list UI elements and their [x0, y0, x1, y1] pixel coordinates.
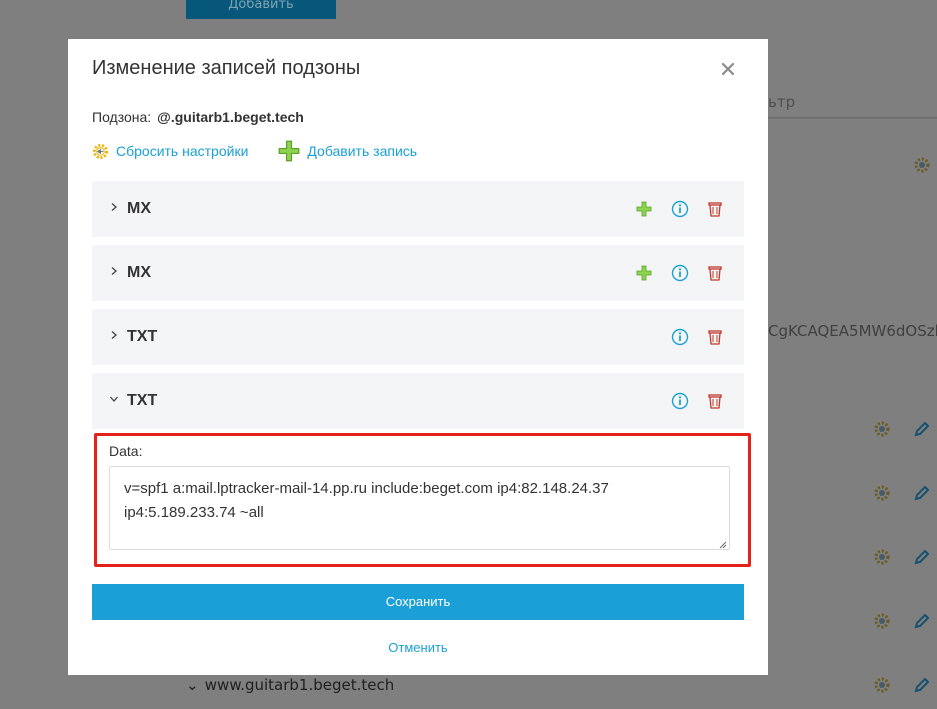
background-gear-icon	[874, 485, 890, 501]
background-add-button: Добавить	[186, 0, 336, 19]
background-gear-icon	[874, 549, 890, 565]
background-gear-icon	[874, 613, 890, 629]
chevron-right-icon[interactable]	[109, 330, 119, 340]
info-icon[interactable]	[671, 392, 689, 410]
subzone-info: Подзона: @.guitarb1.beget.tech	[92, 109, 304, 125]
add-record-plus-icon[interactable]	[635, 200, 653, 218]
record-type: TXT	[127, 328, 158, 345]
reset-settings-label: Сбросить настройки	[116, 143, 249, 159]
chevron-right-icon[interactable]	[109, 266, 119, 276]
chevron-down-icon: ⌄	[186, 676, 199, 694]
background-pencil-icon	[914, 677, 930, 693]
save-button[interactable]: Сохранить	[92, 584, 744, 620]
resize-handle-icon[interactable]	[717, 539, 727, 549]
chevron-right-icon[interactable]	[109, 202, 119, 212]
modal-actions: Сбросить настройки Добавить запись	[92, 140, 447, 162]
background-domain-row: ⌄ www.guitarb1.beget.tech	[186, 676, 395, 694]
background-pencil-icon	[914, 421, 930, 437]
record-type: TXT	[127, 392, 158, 409]
add-record-link[interactable]: Добавить запись	[278, 140, 417, 162]
subzone-label: Подзона:	[92, 109, 152, 125]
background-filter-input: ьтр	[768, 80, 937, 118]
info-icon[interactable]	[671, 328, 689, 346]
background-pencil-icon	[914, 485, 930, 501]
record-type: MX	[127, 264, 151, 281]
edit-subzone-modal: Изменение записей подзоны Подзона: @.guit…	[68, 39, 768, 675]
background-pencil-icon	[914, 613, 930, 629]
background-gear-icon	[874, 677, 890, 693]
txt-data-section: Data: v=spf1 a:mail.lptracker-mail-14.pp…	[94, 433, 751, 567]
gear-icon	[92, 143, 109, 159]
background-gear-icon	[874, 421, 890, 437]
data-textarea[interactable]: v=spf1 a:mail.lptracker-mail-14.pp.ru in…	[109, 466, 730, 550]
background-gear-icon	[914, 157, 930, 173]
reset-settings-link[interactable]: Сбросить настройки	[92, 143, 248, 160]
close-icon[interactable]	[720, 61, 736, 77]
record-row-expanded[interactable]: TXT	[92, 373, 744, 429]
modal-title: Изменение записей подзоны	[92, 57, 361, 79]
background-pencil-icon	[914, 549, 930, 565]
info-icon[interactable]	[671, 200, 689, 218]
trash-icon[interactable]	[706, 200, 724, 218]
background-record-value: CgKCAQEA5MW6dOSzhgx	[768, 322, 937, 340]
record-type: MX	[127, 200, 151, 217]
record-row[interactable]: TXT	[92, 309, 744, 365]
record-row[interactable]: MX	[92, 181, 744, 237]
trash-icon[interactable]	[706, 328, 724, 346]
trash-icon[interactable]	[706, 264, 724, 282]
add-record-label: Добавить запись	[307, 143, 418, 159]
data-label: Data:	[109, 443, 143, 459]
info-icon[interactable]	[671, 264, 689, 282]
trash-icon[interactable]	[706, 392, 724, 410]
background-divider	[768, 118, 937, 119]
add-record-plus-icon[interactable]	[635, 264, 653, 282]
record-row[interactable]: MX	[92, 245, 744, 301]
subzone-value: @.guitarb1.beget.tech	[157, 109, 304, 125]
cancel-link[interactable]: Отменить	[68, 640, 768, 655]
plus-icon	[279, 140, 300, 162]
chevron-down-icon[interactable]	[109, 394, 119, 404]
